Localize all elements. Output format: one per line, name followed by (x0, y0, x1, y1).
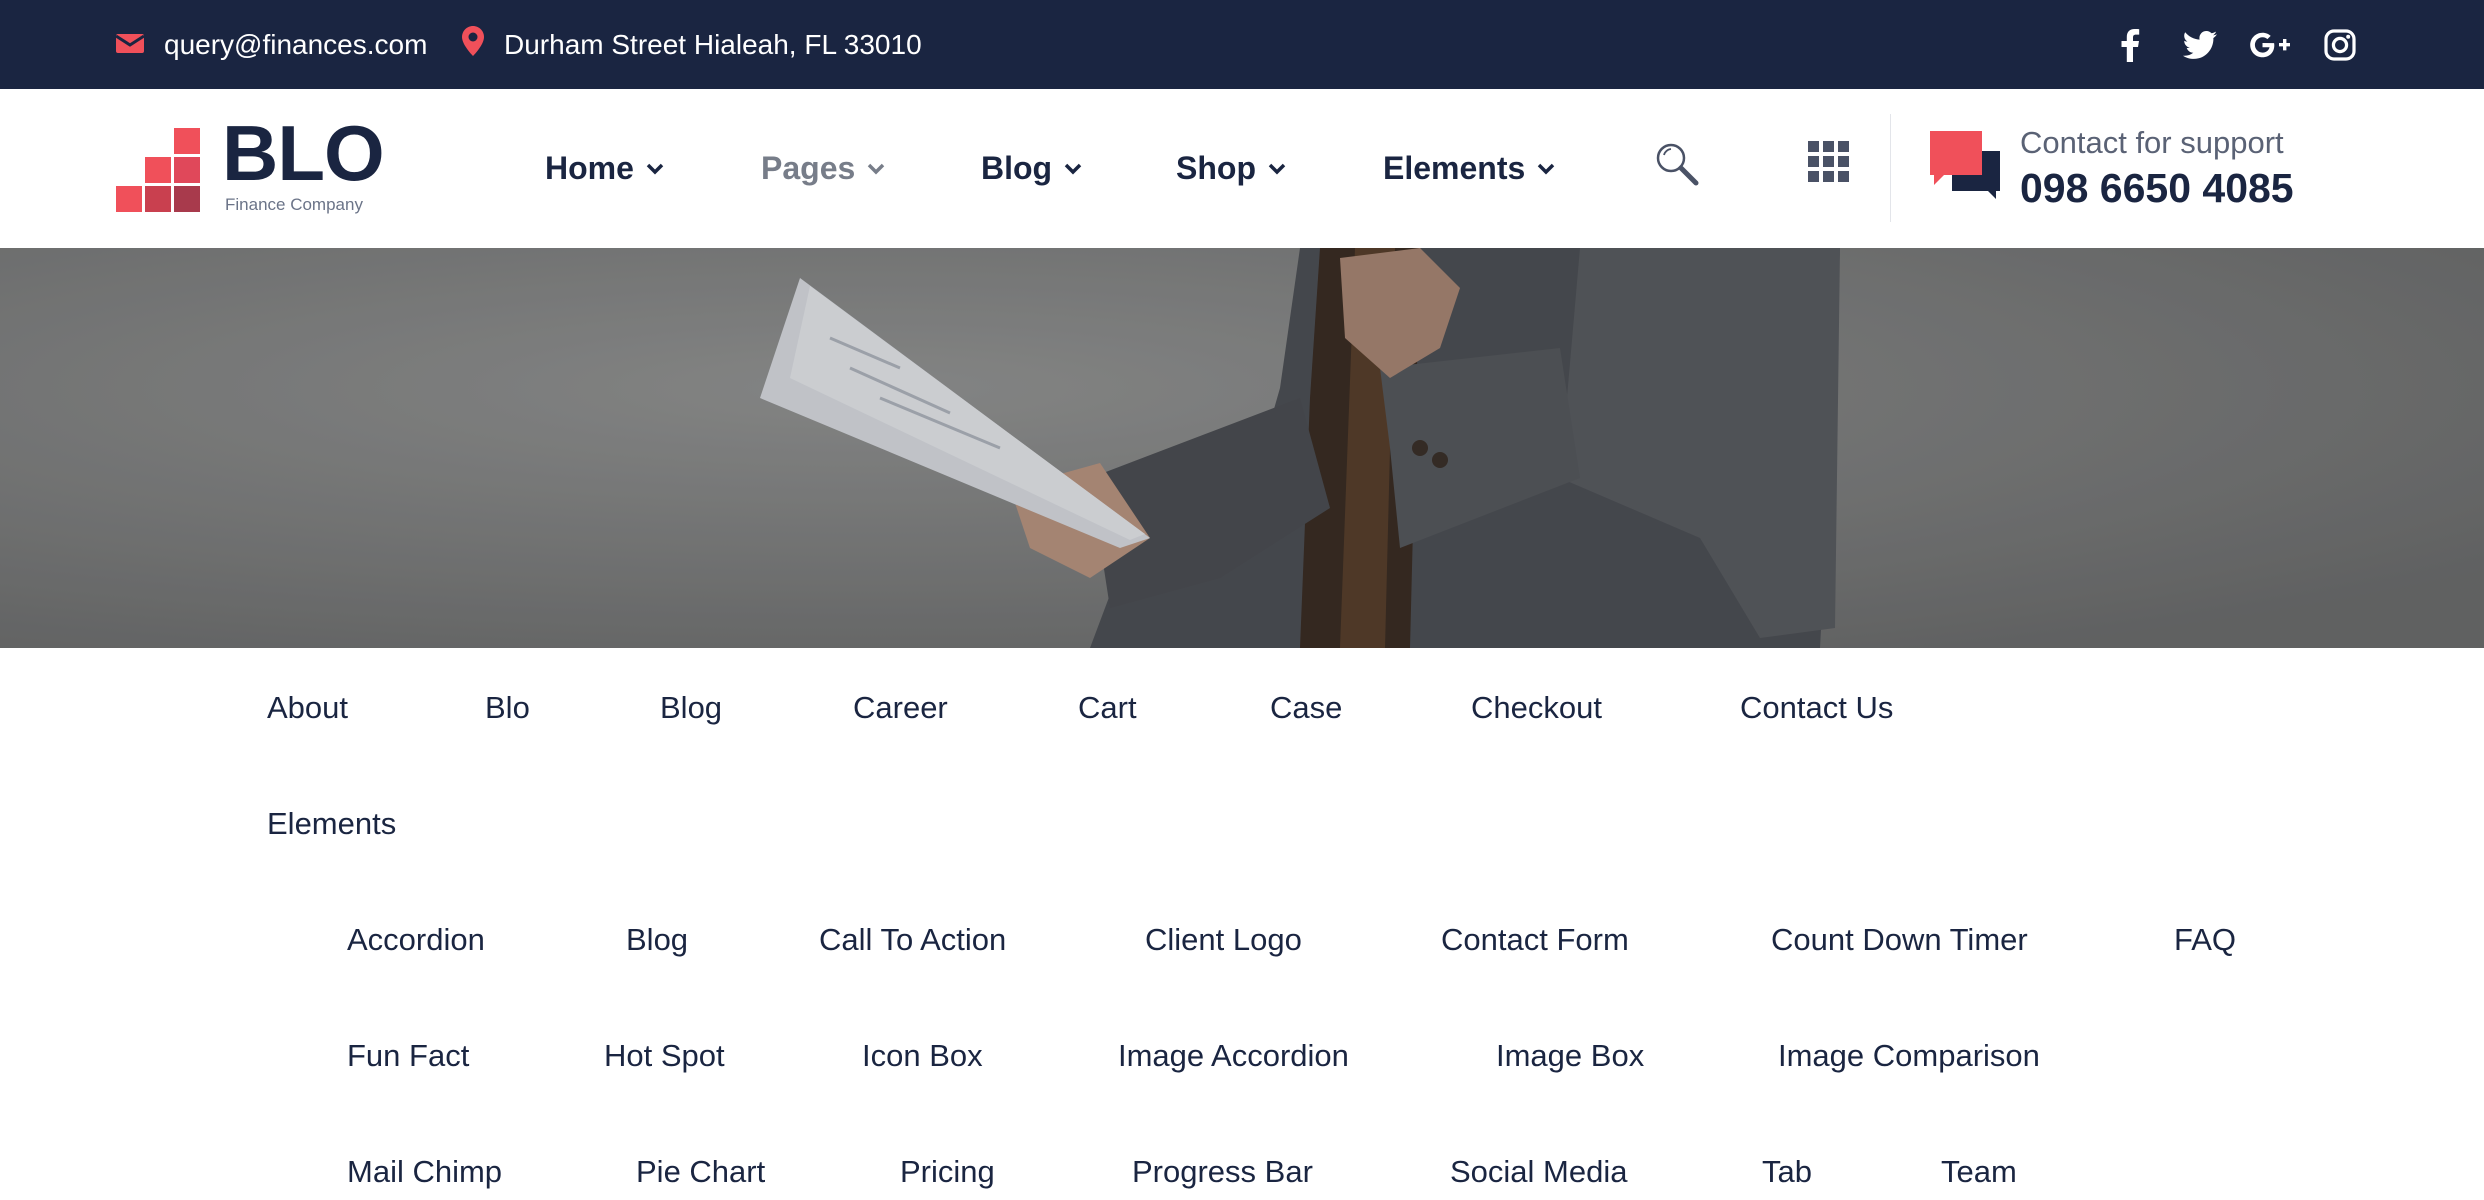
menu-link-career[interactable]: Career (853, 692, 948, 723)
email-contact[interactable]: query@finances.com (115, 0, 428, 89)
submenu-link-accordion[interactable]: Accordion (347, 924, 485, 955)
support-contact[interactable]: Contact for support 098 6650 4085 (1928, 125, 2348, 215)
nav-item-pages[interactable]: Pages (761, 89, 885, 248)
submenu-link-call-to-action[interactable]: Call To Action (819, 924, 1006, 955)
social-links (2110, 0, 2360, 89)
submenu-link-faq[interactable]: FAQ (2174, 924, 2236, 955)
submenu-link-fun-fact[interactable]: Fun Fact (347, 1040, 469, 1071)
logo-tagline: Finance Company (225, 195, 363, 214)
envelope-icon (115, 29, 145, 61)
instagram-icon[interactable] (2320, 25, 2360, 65)
chevron-down-icon (1538, 163, 1555, 174)
nav-item-elements[interactable]: Elements (1383, 89, 1555, 248)
chevron-down-icon (1268, 163, 1286, 174)
hero-photo (0, 248, 2484, 648)
twitter-icon[interactable] (2180, 25, 2220, 65)
menu-link-contact-us[interactable]: Contact Us (1740, 692, 1893, 723)
address-contact: Durham Street Hialeah, FL 33010 (462, 0, 922, 89)
header-divider (1890, 114, 1891, 222)
menu-link-cart[interactable]: Cart (1078, 692, 1137, 723)
chat-bubble-icon (1930, 131, 2000, 199)
submenu-link-progress-bar[interactable]: Progress Bar (1132, 1156, 1313, 1187)
submenu-link-pricing[interactable]: Pricing (900, 1156, 995, 1187)
submenu-link-contact-form[interactable]: Contact Form (1441, 924, 1629, 955)
menu-link-blog[interactable]: Blog (660, 692, 722, 723)
nav-item-home[interactable]: Home (545, 89, 664, 248)
chevron-down-icon (1064, 163, 1082, 174)
menu-link-about[interactable]: About (267, 692, 348, 723)
menu-link-elements[interactable]: Elements (267, 808, 396, 839)
nav-item-shop[interactable]: Shop (1176, 89, 1286, 248)
submenu-link-social-media[interactable]: Social Media (1450, 1156, 1627, 1187)
support-label: Contact for support (2020, 125, 2284, 160)
map-pin-icon (462, 26, 484, 63)
submenu-link-image-comparison[interactable]: Image Comparison (1778, 1040, 2040, 1071)
menu-link-blo[interactable]: Blo (485, 692, 530, 723)
submenu-link-image-accordion[interactable]: Image Accordion (1118, 1040, 1349, 1071)
grid-menu-icon[interactable] (1808, 141, 1850, 188)
submenu-link-blog[interactable]: Blog (626, 924, 688, 955)
hero-banner (0, 248, 2484, 648)
submenu-link-image-box[interactable]: Image Box (1496, 1040, 1644, 1071)
search-icon[interactable] (1654, 141, 1700, 192)
email-text: query@finances.com (164, 28, 428, 60)
logo-wordmark: BLO (222, 109, 385, 197)
logo-mark-icon (116, 128, 200, 212)
site-logo[interactable]: BLO Finance Company (116, 114, 396, 218)
site-header: BLO Finance Company Home Pages Blog Shop… (0, 89, 2484, 248)
top-bar: query@finances.com Durham Street Hialeah… (0, 0, 2484, 89)
submenu-link-client-logo[interactable]: Client Logo (1145, 924, 1302, 955)
chevron-down-icon (646, 163, 664, 174)
submenu-link-pie-chart[interactable]: Pie Chart (636, 1156, 765, 1187)
menu-link-case[interactable]: Case (1270, 692, 1342, 723)
submenu-link-hot-spot[interactable]: Hot Spot (604, 1040, 725, 1071)
chevron-down-icon (868, 163, 885, 174)
submenu-link-mail-chimp[interactable]: Mail Chimp (347, 1156, 502, 1187)
google-plus-icon[interactable] (2250, 25, 2290, 65)
menu-link-checkout[interactable]: Checkout (1471, 692, 1602, 723)
facebook-icon[interactable] (2110, 25, 2150, 65)
nav-item-blog[interactable]: Blog (981, 89, 1082, 248)
submenu-link-icon-box[interactable]: Icon Box (862, 1040, 983, 1071)
address-text: Durham Street Hialeah, FL 33010 (504, 28, 922, 60)
submenu-link-count-down-timer[interactable]: Count Down Timer (1771, 924, 2028, 955)
submenu-link-tab[interactable]: Tab (1762, 1156, 1812, 1187)
support-phone[interactable]: 098 6650 4085 (2020, 165, 2294, 212)
submenu-link-team[interactable]: Team (1941, 1156, 2017, 1187)
